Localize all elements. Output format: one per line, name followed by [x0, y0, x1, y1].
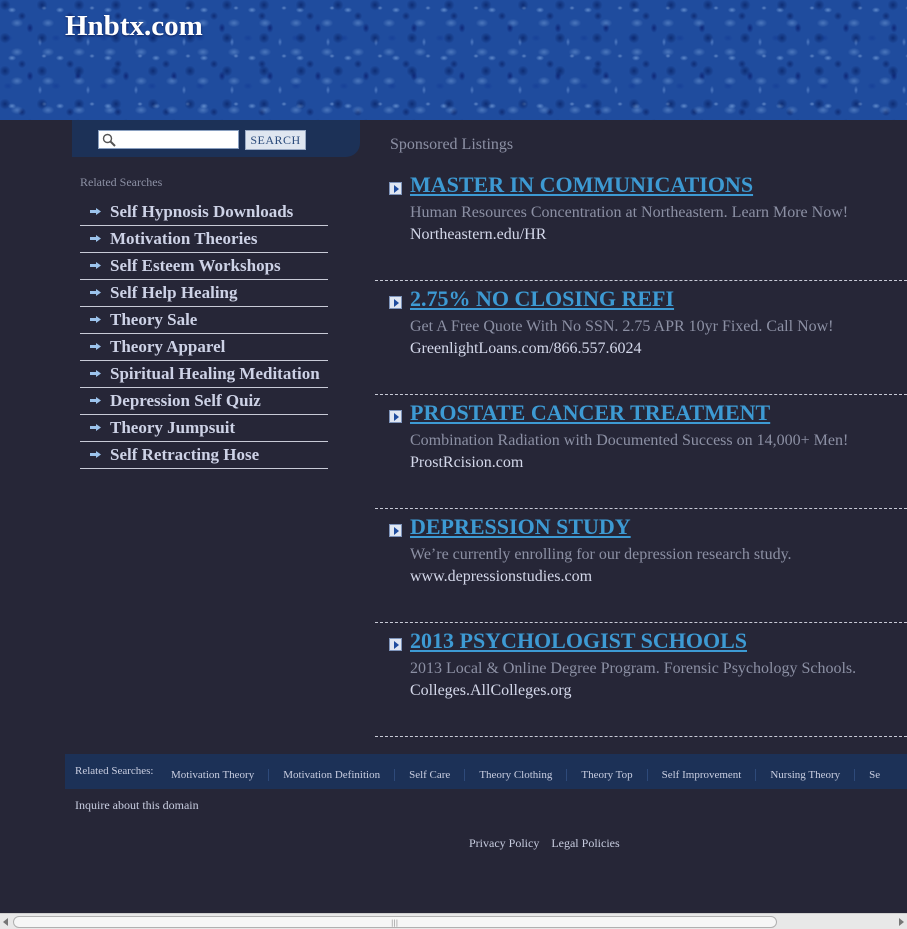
sponsored-listing: PROSTATE CANCER TREATMENT Combination Ra… [375, 394, 907, 509]
listing-url[interactable]: Colleges.AllColleges.org [410, 682, 571, 700]
sponsored-listing: 2013 PSYCHOLOGIST SCHOOLS 2013 Local & O… [375, 622, 907, 737]
listing-description: We’re currently enrolling for our depres… [410, 546, 792, 563]
search-box[interactable] [98, 130, 239, 149]
related-searches-label: Related Searches [80, 175, 163, 189]
footer-related-link[interactable]: Nursing Theory [755, 769, 854, 781]
listing-description: Human Resources Concentration at Northea… [410, 204, 849, 221]
related-search-item: Spiritual Healing Meditation [80, 361, 328, 388]
footer-related-link[interactable]: Theory Clothing [464, 769, 566, 781]
arrow-bullet-icon [90, 370, 101, 377]
sponsored-listing: DEPRESSION STUDY We’re currently enrolli… [375, 508, 907, 623]
related-search-link[interactable]: Theory Jumpsuit [110, 418, 235, 438]
listing-url[interactable]: www.depressionstudies.com [410, 568, 592, 586]
related-search-link[interactable]: Theory Sale [110, 310, 197, 330]
related-search-item: Self Esteem Workshops [80, 253, 328, 280]
arrow-box-icon[interactable] [389, 296, 402, 309]
search-panel: SEARCH [72, 120, 360, 157]
footer-related-link[interactable]: Se [854, 769, 894, 781]
listing-description: 2013 Local & Online Degree Program. Fore… [410, 660, 857, 677]
grip-icon: ||| [391, 919, 399, 927]
related-search-link[interactable]: Theory Apparel [110, 337, 225, 357]
related-search-link[interactable]: Self Help Healing [110, 283, 238, 303]
policy-links: Privacy Policy Legal Policies [469, 836, 629, 851]
arrow-bullet-icon [90, 316, 101, 323]
listing-description: Combination Radiation with Documented Su… [410, 432, 849, 449]
sponsored-listing: 2.75% NO CLOSING REFI Get A Free Quote W… [375, 280, 907, 395]
related-search-link[interactable]: Self Hypnosis Downloads [110, 202, 293, 222]
listing-title-link[interactable]: MASTER IN COMMUNICATIONS [410, 172, 753, 198]
related-search-item: Depression Self Quiz [80, 388, 328, 415]
legal-policies-link[interactable]: Legal Policies [551, 836, 619, 850]
related-search-link[interactable]: Spiritual Healing Meditation [110, 364, 320, 384]
related-search-item: Theory Apparel [80, 334, 328, 361]
arrow-box-icon[interactable] [389, 182, 402, 195]
related-search-item: Self Hypnosis Downloads [80, 199, 328, 226]
header-banner: Hnbtx.com [0, 0, 907, 120]
related-search-item: Theory Jumpsuit [80, 415, 328, 442]
footer-related-label: Related Searches: [75, 765, 154, 777]
arrow-bullet-icon [90, 343, 101, 350]
listing-title-link[interactable]: DEPRESSION STUDY [410, 514, 631, 540]
horizontal-scrollbar[interactable]: ||| [0, 913, 907, 929]
arrow-bullet-icon [90, 235, 101, 242]
listing-title-link[interactable]: PROSTATE CANCER TREATMENT [410, 400, 770, 426]
arrow-box-icon[interactable] [389, 410, 402, 423]
arrow-bullet-icon [90, 289, 101, 296]
related-searches-list: Self Hypnosis Downloads Motivation Theor… [80, 199, 328, 469]
listing-url[interactable]: GreenlightLoans.com/866.557.6024 [410, 340, 642, 358]
arrow-bullet-icon [90, 424, 101, 431]
listing-url[interactable]: Northeastern.edu/HR [410, 226, 546, 244]
related-search-item: Self Help Healing [80, 280, 328, 307]
scroll-left-icon[interactable] [3, 918, 8, 926]
arrow-bullet-icon [90, 262, 101, 269]
footer-related-bar: Related Searches: Motivation Theory Motiv… [65, 754, 907, 789]
arrow-bullet-icon [90, 397, 101, 404]
footer-related-link[interactable]: Motivation Theory [157, 769, 268, 781]
listing-title-link[interactable]: 2013 PSYCHOLOGIST SCHOOLS [410, 628, 747, 654]
search-input[interactable] [117, 132, 235, 147]
scroll-right-icon[interactable] [899, 918, 904, 926]
related-search-link[interactable]: Depression Self Quiz [110, 391, 261, 411]
footer-related-link[interactable]: Motivation Definition [268, 769, 394, 781]
listing-url[interactable]: ProstRcision.com [410, 454, 523, 472]
search-icon [102, 133, 116, 147]
search-button[interactable]: SEARCH [245, 130, 306, 150]
related-search-item: Theory Sale [80, 307, 328, 334]
footer-related-link[interactable]: Self Care [394, 769, 464, 781]
listing-title-link[interactable]: 2.75% NO CLOSING REFI [410, 286, 674, 312]
sponsored-listing: MASTER IN COMMUNICATIONS Human Resources… [375, 166, 907, 281]
footer-related-link[interactable]: Theory Top [566, 769, 646, 781]
related-search-item: Self Retracting Hose [80, 442, 328, 469]
arrow-bullet-icon [90, 208, 101, 215]
arrow-box-icon[interactable] [389, 524, 402, 537]
related-search-link[interactable]: Self Retracting Hose [110, 445, 259, 465]
footer-related-links: Motivation Theory Motivation Definition Se… [157, 765, 894, 783]
listing-description: Get A Free Quote With No SSN. 2.75 APR 1… [410, 318, 834, 335]
inquire-domain-link[interactable]: Inquire about this domain [75, 798, 199, 813]
privacy-policy-link[interactable]: Privacy Policy [469, 836, 539, 850]
related-search-link[interactable]: Self Esteem Workshops [110, 256, 281, 276]
site-title[interactable]: Hnbtx.com [65, 10, 203, 43]
related-search-item: Motivation Theories [80, 226, 328, 253]
scrollbar-thumb[interactable]: ||| [13, 916, 777, 928]
arrow-box-icon[interactable] [389, 638, 402, 651]
footer-related-link[interactable]: Self Improvement [646, 769, 756, 781]
related-search-link[interactable]: Motivation Theories [110, 229, 257, 249]
arrow-bullet-icon [90, 451, 101, 458]
sponsored-listings-heading: Sponsored Listings [390, 136, 514, 153]
